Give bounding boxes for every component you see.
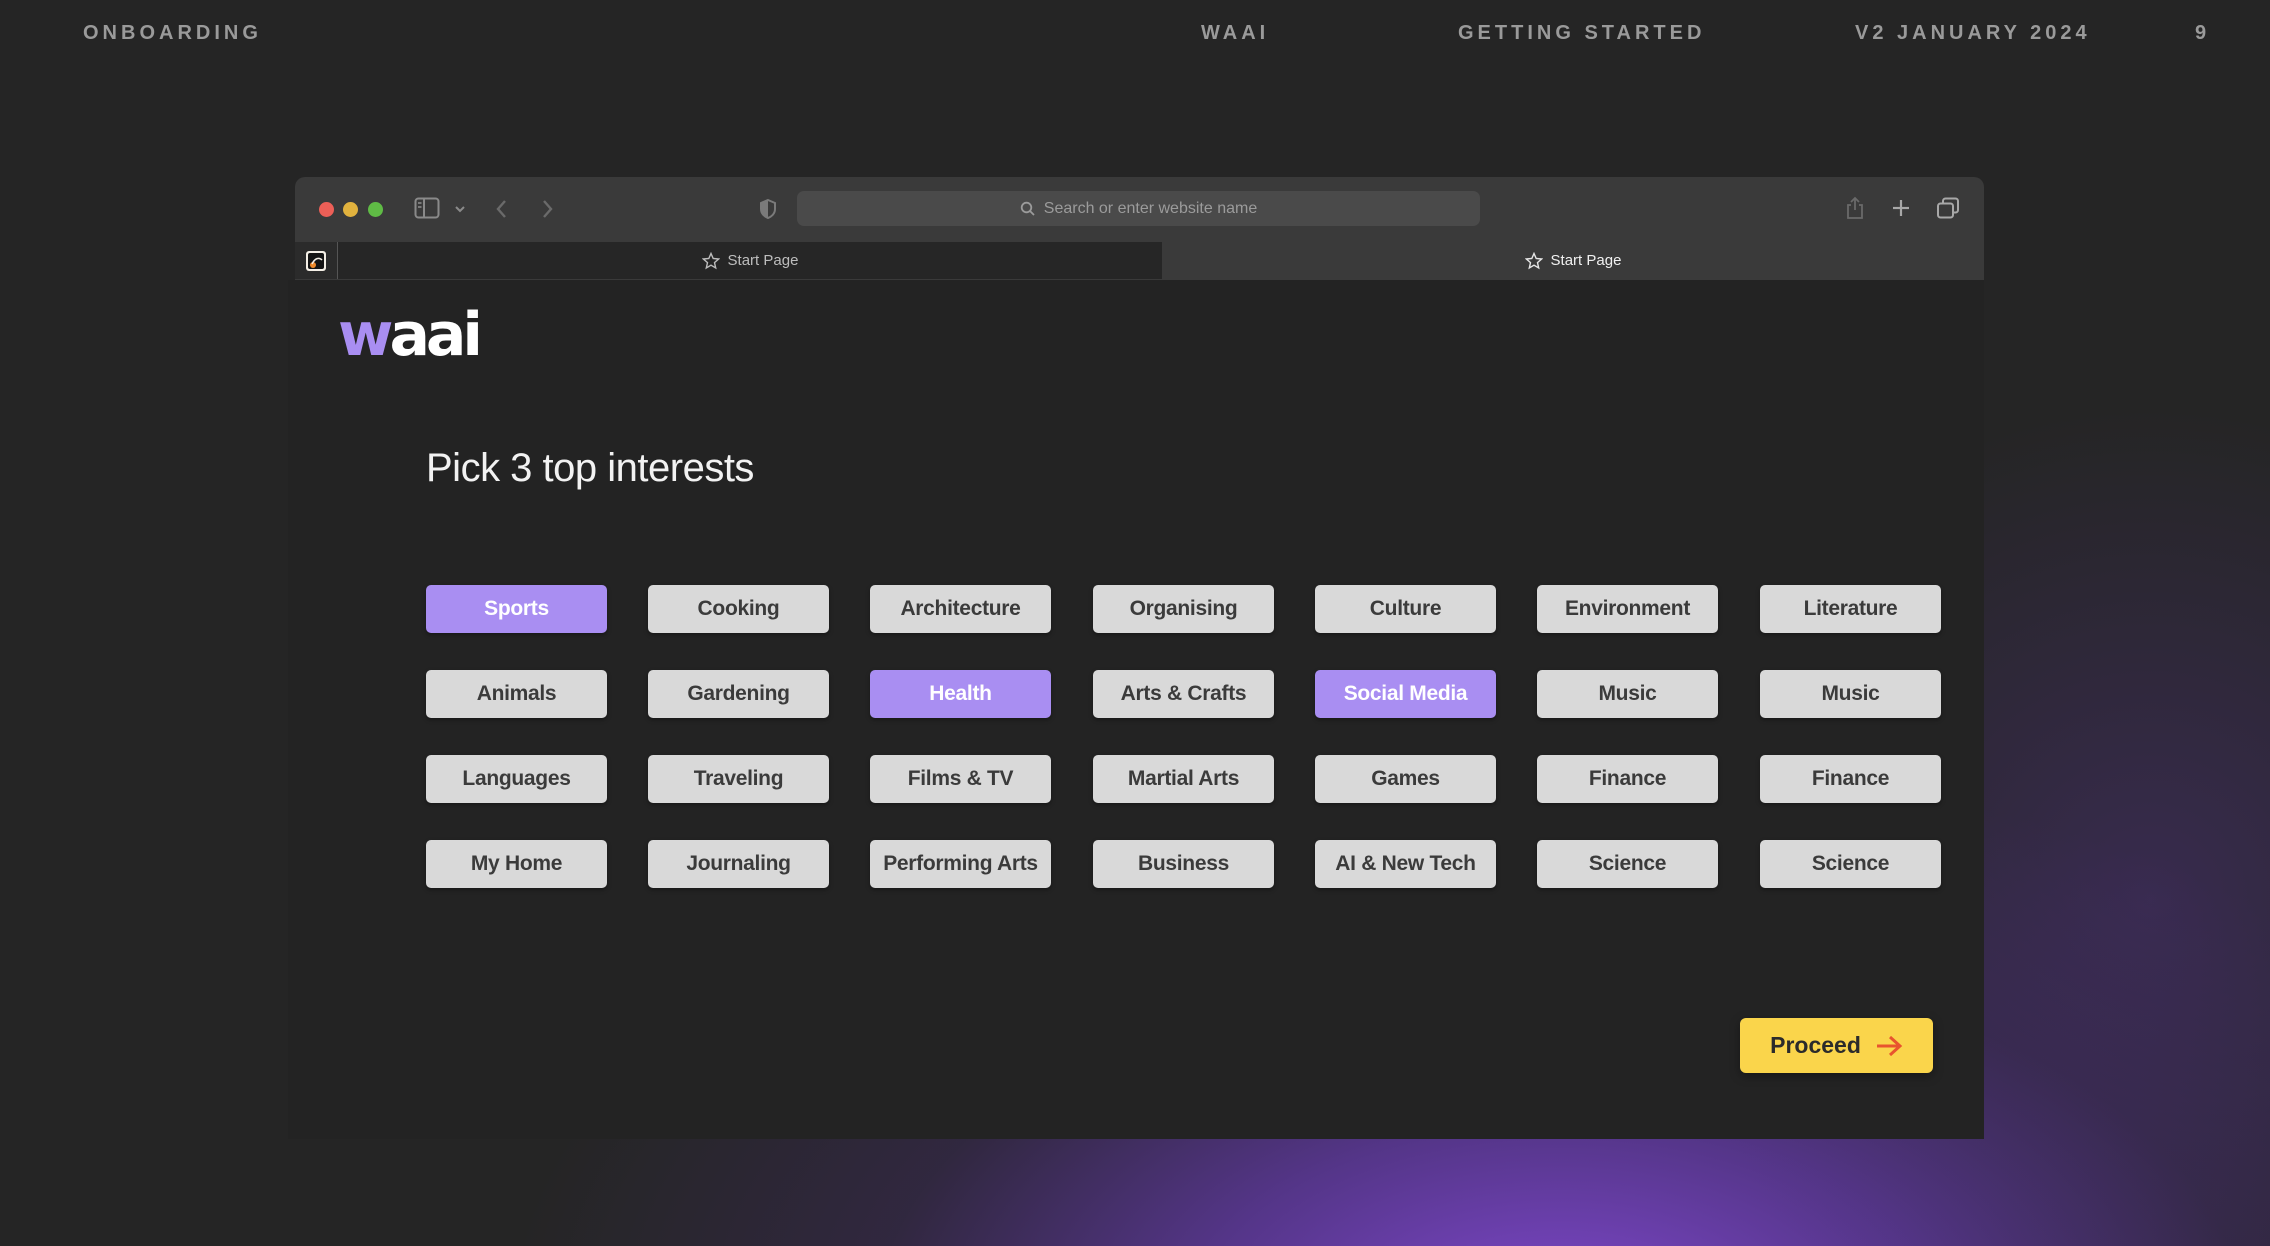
back-arrow-icon[interactable] [494,198,510,220]
interest-pill-label: Sports [484,597,549,620]
interest-pill[interactable]: Martial Arts [1093,755,1274,803]
interest-pill[interactable]: Arts & Crafts [1093,670,1274,718]
interest-pill[interactable]: Environment [1537,585,1718,633]
address-bar[interactable]: Search or enter website name [797,191,1480,226]
header-chapter: GETTING STARTED [1458,22,1706,44]
interest-pill-label: Social Media [1343,682,1468,705]
interest-pill-label: Business [1138,852,1229,875]
interest-pill[interactable]: AI & New Tech [1315,840,1496,888]
logo-accent: w [338,300,393,370]
interest-pill[interactable]: Science [1760,840,1941,888]
forward-arrow-icon[interactable] [539,198,555,220]
interest-pill[interactable]: Science [1537,840,1718,888]
interest-pill[interactable]: Games [1315,755,1496,803]
interest-pill-label: Finance [1588,767,1667,790]
interest-pill[interactable]: Music [1537,670,1718,718]
pinned-tab[interactable] [295,242,338,279]
header-brand: WAAI [1201,22,1270,44]
interest-pill-label: Films & TV [907,767,1014,790]
interest-pill-label: Organising [1129,597,1238,620]
interest-pill-label: Games [1371,767,1440,790]
new-tab-plus-icon[interactable] [1891,198,1911,218]
header-page-number: 9 [2195,22,2211,44]
interest-pill[interactable]: Finance [1537,755,1718,803]
interest-pill[interactable]: Traveling [648,755,829,803]
privacy-shield-icon[interactable] [758,198,778,220]
interest-pill-label: Music [1821,682,1880,705]
interest-pill-label: Science [1811,852,1890,875]
chevron-down-icon[interactable] [454,204,466,214]
interest-pill-label: Architecture [900,597,1021,620]
interest-pill[interactable]: Finance [1760,755,1941,803]
star-icon [1524,251,1543,269]
star-icon [701,251,720,269]
page-title: Pick 3 top interests [426,446,754,490]
interest-pill[interactable]: Films & TV [870,755,1051,803]
interest-pill-label: Health [929,682,992,705]
tab-overview-icon[interactable] [1936,197,1960,219]
logo-text: aai [389,300,483,370]
sidebar-toggle-icon[interactable] [414,197,440,219]
waai-logo: w aai [338,300,483,372]
interest-pill[interactable]: Literature [1760,585,1941,633]
share-icon[interactable] [1845,195,1865,221]
address-bar-placeholder: Search or enter website name [1043,199,1258,217]
header-section: ONBOARDING [83,22,262,44]
interest-pill-label: Culture [1369,597,1442,620]
interest-pill-label: Arts & Crafts [1120,682,1247,705]
pinned-tab-favicon-icon [306,251,326,271]
interest-pill-label: Martial Arts [1127,767,1240,790]
interest-pill-label: Literature [1803,597,1898,620]
interest-pill-label: Finance [1811,767,1890,790]
interest-pill[interactable]: Business [1093,840,1274,888]
zoom-window-button[interactable] [368,202,383,217]
tab-bar: Start Page Start Page [295,242,1984,280]
interest-pill-label: Journaling [686,852,791,875]
interest-pill[interactable]: Cooking [648,585,829,633]
interest-pill-label: Traveling [693,767,784,790]
interest-pill-label: Languages [462,767,571,790]
proceed-button[interactable]: Proceed [1740,1018,1933,1073]
interest-pill[interactable]: Health [870,670,1051,718]
minimize-window-button[interactable] [343,202,358,217]
interest-pill[interactable]: Music [1760,670,1941,718]
interest-pill[interactable]: Architecture [870,585,1051,633]
header-version: V2 JANUARY 2024 [1855,22,2091,44]
interest-pill-label: Science [1588,852,1667,875]
interest-pill[interactable]: Sports [426,585,607,633]
search-icon [1020,201,1035,216]
interest-pill[interactable]: Journaling [648,840,829,888]
tab-label: Start Page [1550,252,1622,269]
tab-label: Start Page [727,252,799,269]
interest-pill[interactable]: Organising [1093,585,1274,633]
interest-pill-label: Animals [476,682,557,705]
interest-pill[interactable]: My Home [426,840,607,888]
arrow-right-icon [1876,1035,1903,1056]
interest-pill-label: Cooking [697,597,780,620]
interest-pill-label: My Home [470,852,563,875]
interest-pill[interactable]: Languages [426,755,607,803]
tab-start-page-2[interactable]: Start Page [1162,242,1984,279]
interest-pill-label: AI & New Tech [1335,852,1476,875]
tab-start-page-1[interactable]: Start Page [338,242,1162,279]
interest-pill-label: Gardening [687,682,790,705]
interest-pill[interactable]: Animals [426,670,607,718]
interest-pill-label: Environment [1564,597,1691,620]
interest-pill[interactable]: Social Media [1315,670,1496,718]
interest-pill-label: Music [1598,682,1657,705]
proceed-label: Proceed [1770,1032,1861,1058]
interest-pill-label: Performing Arts [883,852,1038,875]
interest-pill[interactable]: Performing Arts [870,840,1051,888]
interest-pill[interactable]: Culture [1315,585,1496,633]
close-window-button[interactable] [319,202,334,217]
interest-pill[interactable]: Gardening [648,670,829,718]
